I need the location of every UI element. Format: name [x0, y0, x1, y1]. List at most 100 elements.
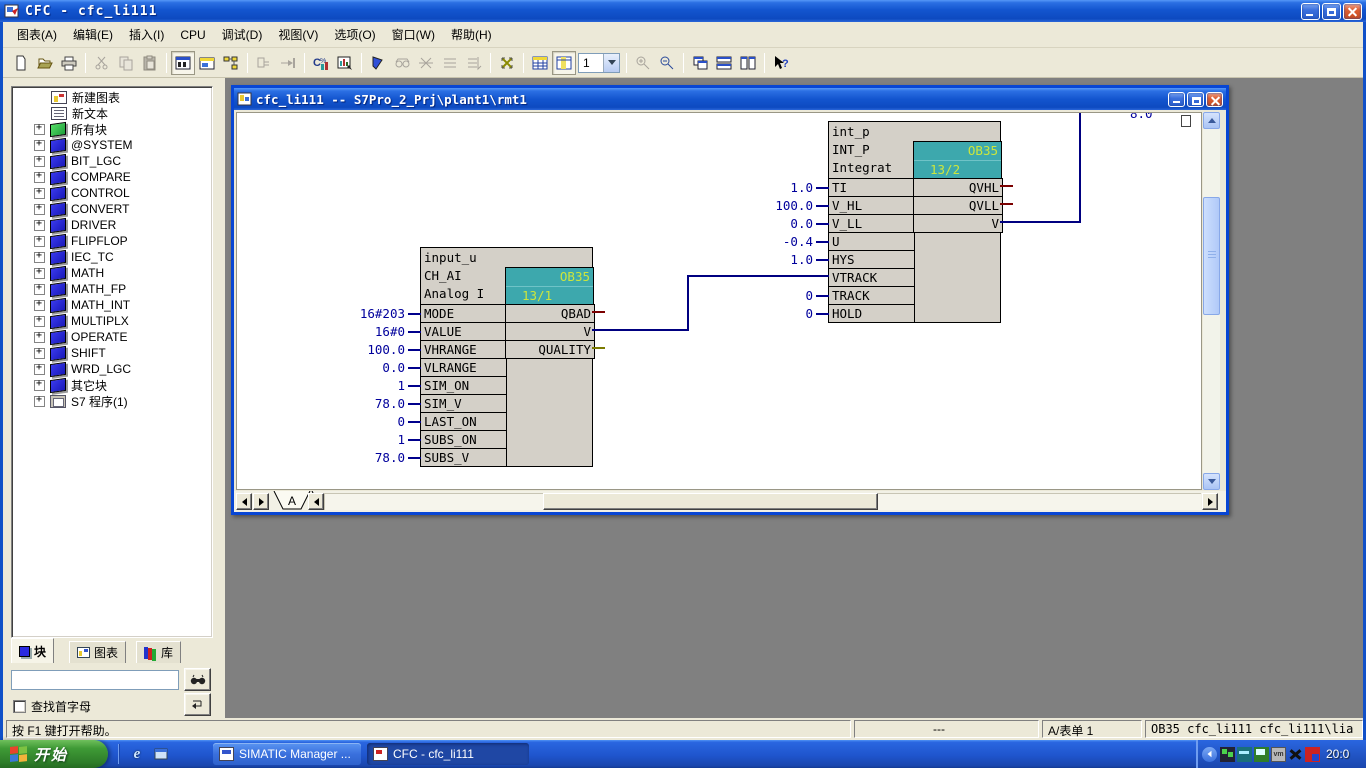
chart-view-button[interactable] [171, 51, 195, 75]
tree-item-flipflop[interactable]: FLIPFLOP [34, 233, 128, 249]
sheet-view-button[interactable] [195, 51, 219, 75]
pin-value[interactable]: 0 [329, 414, 405, 429]
expand-icon[interactable] [34, 156, 45, 167]
compile-button[interactable]: C% [309, 51, 333, 75]
tray-icon[interactable] [1254, 747, 1269, 762]
menu-options[interactable]: 选项(O) [326, 23, 383, 46]
hscroll-left-button[interactable] [308, 493, 324, 510]
pin-vhrange[interactable]: VHRANGE100.0 [420, 340, 507, 359]
tree-item-math[interactable]: MATH [34, 265, 104, 281]
pin-qvhl[interactable]: QVHL [913, 178, 1003, 197]
tree-item-math-int[interactable]: MATH_INT [34, 297, 130, 313]
block-int-p[interactable]: int_pINT_PIntegrat OB35 13/2 TI1.0 V_HL1… [828, 121, 1001, 323]
hscroll-right-button[interactable] [1202, 493, 1218, 510]
pin-v-hl[interactable]: V_HL100.0 [828, 196, 915, 215]
tile-vertical-button[interactable] [736, 51, 760, 75]
menu-cpu[interactable]: CPU [172, 25, 213, 45]
pin-ti[interactable]: TI1.0 [828, 178, 915, 197]
tray-chevron-icon[interactable] [1202, 747, 1217, 762]
pin-sim-on[interactable]: SIM_ON1 [420, 376, 507, 395]
tree-item-new-text[interactable]: 新文本 [34, 105, 108, 121]
tree-item-compare[interactable]: COMPARE [34, 169, 131, 185]
search-input[interactable] [11, 670, 179, 690]
pin-value[interactable]: 1 [329, 432, 405, 447]
tree-item-math-fp[interactable]: MATH_FP [34, 281, 126, 297]
find-button[interactable] [184, 668, 211, 691]
tree-item-operate[interactable]: OPERATE [34, 329, 127, 345]
download-button[interactable] [333, 51, 357, 75]
expand-icon[interactable] [34, 140, 45, 151]
expand-icon[interactable] [34, 364, 45, 375]
tray-icon[interactable] [1305, 747, 1320, 762]
tab-libraries[interactable]: 库 [136, 641, 181, 663]
menu-window[interactable]: 窗口(W) [384, 23, 443, 46]
pin-value[interactable]: 1.0 [737, 252, 813, 267]
pin-value[interactable]: 78.0 [329, 450, 405, 465]
expand-icon[interactable] [34, 220, 45, 231]
pin-last-on[interactable]: LAST_ON0 [420, 412, 507, 431]
pin-value[interactable]: 0 [737, 288, 813, 303]
pin-value[interactable]: 0.0 [329, 360, 405, 375]
sheet-number-combo[interactable]: 1 [578, 53, 620, 73]
pin-value[interactable]: 16#203 [329, 306, 405, 321]
pin-sim-v[interactable]: SIM_V78.0 [420, 394, 507, 413]
tree-item-shift[interactable]: SHIFT [34, 345, 106, 361]
pin-subs-v[interactable]: SUBS_V78.0 [420, 448, 507, 467]
tray-icon[interactable] [1237, 747, 1252, 762]
pin-value-in[interactable]: VALUE16#0 [420, 322, 507, 341]
pin-hys[interactable]: HYS1.0 [828, 250, 915, 269]
wire-v-to-vtrack[interactable] [592, 329, 688, 331]
expand-icon[interactable] [34, 316, 45, 327]
cascade-windows-button[interactable] [688, 51, 712, 75]
tree-item-all-blocks[interactable]: 所有块 [34, 121, 107, 137]
wire-v-to-vtrack[interactable] [687, 275, 829, 277]
menu-view[interactable]: 视图(V) [270, 23, 326, 46]
wire-v-to-vtrack[interactable] [687, 275, 689, 331]
menu-edit[interactable]: 编辑(E) [65, 23, 121, 46]
expand-icon[interactable] [34, 268, 45, 279]
scroll-down-button[interactable] [1203, 473, 1220, 490]
tray-icon[interactable] [1288, 747, 1303, 762]
wire-intp-v-out[interactable] [1000, 221, 1080, 223]
checkbox-icon[interactable] [13, 700, 26, 713]
pin-v-out[interactable]: V [505, 322, 595, 341]
tree-item-multiplx[interactable]: MULTIPLX [34, 313, 129, 329]
tree-item-control[interactable]: CONTROL [34, 185, 130, 201]
table-view-button[interactable] [528, 51, 552, 75]
expand-icon[interactable] [34, 284, 45, 295]
start-button[interactable]: 开始 [0, 740, 108, 768]
task-badge[interactable]: OB35 13/1 [505, 267, 594, 305]
sheet-next-button[interactable] [253, 493, 269, 510]
menu-chart[interactable]: 图表(A) [9, 23, 65, 46]
find-next-button[interactable] [184, 693, 211, 716]
quick-launch-icon[interactable] [152, 745, 170, 763]
expand-icon[interactable] [34, 252, 45, 263]
pin-value[interactable]: 0.0 [737, 216, 813, 231]
tree-item-new-chart[interactable]: 新建图表 [34, 89, 120, 105]
mdi-minimize-button[interactable] [1168, 92, 1185, 107]
expand-icon[interactable] [34, 124, 45, 135]
tree-item-wrd-lgc[interactable]: WRD_LGC [34, 361, 131, 377]
horizontal-scroll-thumb[interactable] [543, 493, 878, 510]
tab-blocks[interactable]: 块 [11, 638, 54, 663]
tile-horizontal-button[interactable] [712, 51, 736, 75]
pin-value[interactable]: 0 [737, 306, 813, 321]
catalog-button[interactable] [219, 51, 243, 75]
maximize-button[interactable] [1322, 3, 1341, 20]
menu-debug[interactable]: 调试(D) [214, 23, 271, 46]
offsheet-reference[interactable]: 8.0 [1130, 112, 1153, 121]
tab-charts[interactable]: 图表 [69, 641, 126, 663]
pin-value[interactable]: 1.0 [737, 180, 813, 195]
print-button[interactable] [57, 51, 81, 75]
help-pointer-button[interactable]: ? [769, 51, 793, 75]
expand-icon[interactable] [34, 236, 45, 247]
pin-value[interactable]: 16#0 [329, 324, 405, 339]
pin-quality[interactable]: QUALITY [505, 340, 595, 359]
expand-icon[interactable] [34, 300, 45, 311]
pin-value[interactable]: 100.0 [329, 342, 405, 357]
pin-subs-on[interactable]: SUBS_ON1 [420, 430, 507, 449]
close-button[interactable] [1343, 3, 1362, 20]
new-button[interactable] [9, 51, 33, 75]
block-input-u[interactable]: input_uCH_AIAnalog I OB35 13/1 MODE16#20… [420, 247, 593, 467]
expand-icon[interactable] [34, 188, 45, 199]
